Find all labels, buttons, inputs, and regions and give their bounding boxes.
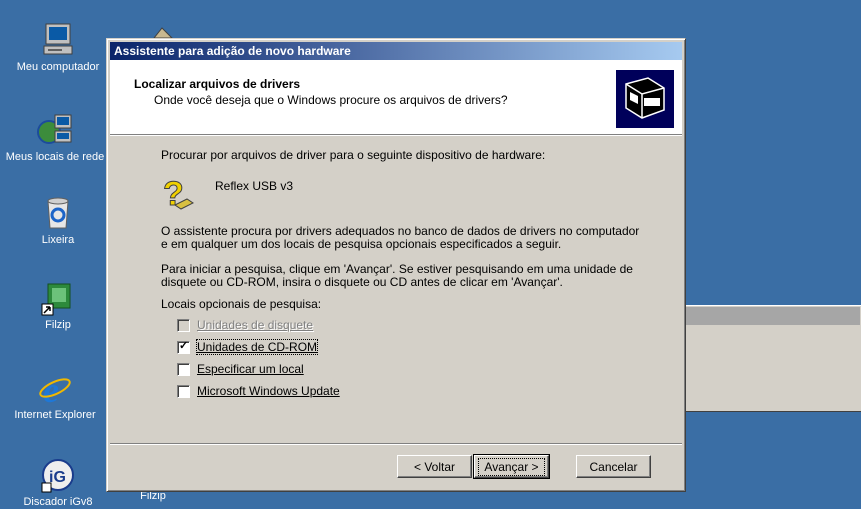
cdrom-drives-checkbox[interactable]: ✓ Unidades de CD-ROM bbox=[177, 339, 319, 355]
windows-update-checkbox[interactable]: Microsoft Windows Update bbox=[177, 383, 340, 399]
background-window-titlebar[interactable] bbox=[686, 307, 860, 325]
cancel-button-label: Cancelar bbox=[589, 459, 638, 474]
my-computer-icon bbox=[40, 22, 76, 58]
unknown-device-icon: ? bbox=[159, 175, 195, 214]
desktop-icon-recycle-bin[interactable]: Lixeira bbox=[8, 195, 108, 247]
dialog-titlebar[interactable]: Assistente para adição de novo hardware bbox=[110, 42, 682, 60]
desktop-icon-label: Filzip bbox=[45, 319, 71, 331]
intro-text: Procurar por arquivos de driver para o s… bbox=[161, 148, 546, 162]
search-explanation-line2: e em qualquer um dos locais de pesquisa … bbox=[161, 237, 562, 251]
desktop-icon-network-places[interactable]: Meus locais de rede bbox=[5, 112, 105, 164]
next-button[interactable]: Avançar > bbox=[473, 454, 550, 479]
desktop-icon-label: Internet Explorer bbox=[14, 409, 96, 421]
start-instructions-line2: disquete ou CD-ROM, insira o disquete ou… bbox=[161, 275, 563, 289]
checkbox-label: Especificar um local bbox=[197, 362, 304, 376]
header-subtitle: Onde você deseja que o Windows procure o… bbox=[154, 93, 508, 107]
floppy-drives-checkbox[interactable]: Unidades de disquete bbox=[177, 317, 313, 333]
background-window[interactable] bbox=[684, 305, 861, 412]
checkbox-box[interactable] bbox=[177, 362, 190, 376]
wizard-header: Localizar arquivos de drivers Onde você … bbox=[110, 60, 682, 135]
checkbox-label: Unidades de disquete bbox=[197, 318, 314, 332]
igv8-dialer-icon: iG bbox=[40, 457, 76, 493]
header-title: Localizar arquivos de drivers bbox=[134, 77, 301, 91]
device-name: Reflex USB v3 bbox=[215, 179, 294, 193]
add-hardware-wizard-dialog: Assistente para adição de novo hardware … bbox=[106, 38, 686, 492]
svg-text:iG: iG bbox=[49, 469, 66, 486]
checkmark-icon: ✓ bbox=[179, 339, 189, 352]
desktop-icon-igv8-dialer[interactable]: iG Discador iGv8 bbox=[8, 457, 108, 509]
next-button-label: Avançar > bbox=[478, 457, 545, 476]
specify-location-checkbox[interactable]: Especificar um local bbox=[177, 361, 304, 377]
desktop-icon-filzip[interactable]: Filzip bbox=[8, 280, 108, 332]
recycle-bin-icon bbox=[40, 195, 76, 231]
internet-explorer-icon: e bbox=[37, 370, 73, 410]
checkbox-box[interactable]: ✓ bbox=[177, 339, 190, 354]
checkbox-box[interactable] bbox=[177, 318, 190, 332]
desktop-icon-my-computer[interactable]: Meu computador bbox=[8, 22, 108, 74]
network-places-icon bbox=[37, 112, 73, 148]
desktop-icon-internet-explorer[interactable]: e Internet Explorer bbox=[5, 370, 105, 422]
desktop-icon-label: Meu computador bbox=[16, 61, 100, 73]
desktop-icon-label: Lixeira bbox=[41, 234, 75, 246]
partial-desktop-icon bbox=[150, 26, 176, 39]
options-label: Locais opcionais de pesquisa: bbox=[161, 297, 322, 311]
checkbox-label: Unidades de CD-ROM bbox=[195, 339, 319, 355]
back-button-label: < Voltar bbox=[413, 459, 456, 474]
checkbox-label: Microsoft Windows Update bbox=[197, 384, 340, 398]
back-button[interactable]: < Voltar bbox=[397, 455, 472, 478]
checkbox-box[interactable] bbox=[177, 384, 190, 398]
hardware-wizard-icon bbox=[616, 70, 674, 128]
desktop-icon-label: Meus locais de rede bbox=[5, 151, 105, 163]
footer-separator bbox=[110, 443, 682, 445]
desktop-icon-label: Discador iGv8 bbox=[23, 496, 93, 508]
filzip-icon bbox=[40, 280, 76, 316]
header-separator bbox=[110, 135, 682, 136]
cancel-button[interactable]: Cancelar bbox=[576, 455, 651, 478]
